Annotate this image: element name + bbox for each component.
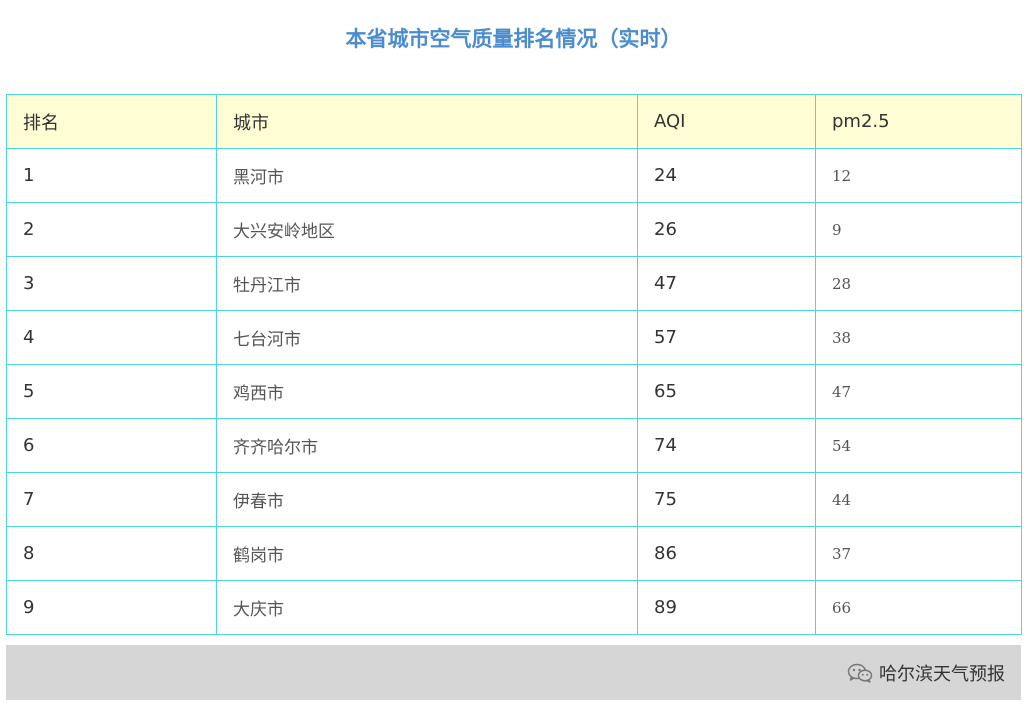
- table-row: 3 牡丹江市 47 28: [6, 256, 1022, 311]
- rank-cell: 1: [6, 148, 217, 203]
- rank-cell: 9: [6, 580, 217, 635]
- table-row: 7 伊春市 75 44: [6, 472, 1022, 527]
- pm25-cell: 38: [815, 310, 1022, 365]
- footer-bar: 哈尔滨天气预报: [6, 645, 1021, 700]
- pm25-cell: 9: [815, 202, 1022, 257]
- header-city: 城市: [216, 94, 638, 149]
- pm25-cell: 12: [815, 148, 1022, 203]
- table-row: 4 七台河市 57 38: [6, 310, 1022, 365]
- pm25-cell: 47: [815, 364, 1022, 419]
- city-cell: 鹤岗市: [216, 526, 638, 581]
- aqi-cell: 57: [637, 310, 816, 365]
- table-row: 6 齐齐哈尔市 74 54: [6, 418, 1022, 473]
- table-row: 8 鹤岗市 86 37: [6, 526, 1022, 581]
- header-pm25: pm2.5: [815, 94, 1022, 149]
- city-cell: 黑河市: [216, 148, 638, 203]
- table-row: 2 大兴安岭地区 26 9: [6, 202, 1022, 257]
- city-cell: 大庆市: [216, 580, 638, 635]
- pm25-cell: 37: [815, 526, 1022, 581]
- aqi-cell: 24: [637, 148, 816, 203]
- wechat-icon: [847, 663, 873, 683]
- aqi-cell: 74: [637, 418, 816, 473]
- page-title: 本省城市空气质量排名情况（实时）: [345, 27, 682, 51]
- city-cell: 大兴安岭地区: [216, 202, 638, 257]
- table-row: 9 大庆市 89 66: [6, 580, 1022, 635]
- pm25-cell: 44: [815, 472, 1022, 527]
- footer-source: 哈尔滨天气预报: [879, 663, 1005, 685]
- table-row: 1 黑河市 24 12: [6, 148, 1022, 203]
- rank-cell: 2: [6, 202, 217, 257]
- table-row: 5 鸡西市 65 47: [6, 364, 1022, 419]
- rank-cell: 7: [6, 472, 217, 527]
- rank-cell: 5: [6, 364, 217, 419]
- air-quality-table: 排名 城市 AQI pm2.5 1 黑河市 24 12 2 大兴安岭地区 26 …: [6, 94, 1022, 635]
- rank-cell: 4: [6, 310, 217, 365]
- aqi-cell: 65: [637, 364, 816, 419]
- rank-cell: 6: [6, 418, 217, 473]
- city-cell: 鸡西市: [216, 364, 638, 419]
- aqi-cell: 47: [637, 256, 816, 311]
- city-cell: 七台河市: [216, 310, 638, 365]
- aqi-cell: 89: [637, 580, 816, 635]
- city-cell: 牡丹江市: [216, 256, 638, 311]
- aqi-cell: 75: [637, 472, 816, 527]
- city-cell: 伊春市: [216, 472, 638, 527]
- table-header-row: 排名 城市 AQI pm2.5: [6, 94, 1022, 149]
- rank-cell: 3: [6, 256, 217, 311]
- rank-cell: 8: [6, 526, 217, 581]
- header-rank: 排名: [6, 94, 217, 149]
- pm25-cell: 28: [815, 256, 1022, 311]
- pm25-cell: 54: [815, 418, 1022, 473]
- pm25-cell: 66: [815, 580, 1022, 635]
- aqi-cell: 26: [637, 202, 816, 257]
- city-cell: 齐齐哈尔市: [216, 418, 638, 473]
- header-aqi: AQI: [637, 94, 816, 149]
- aqi-cell: 86: [637, 526, 816, 581]
